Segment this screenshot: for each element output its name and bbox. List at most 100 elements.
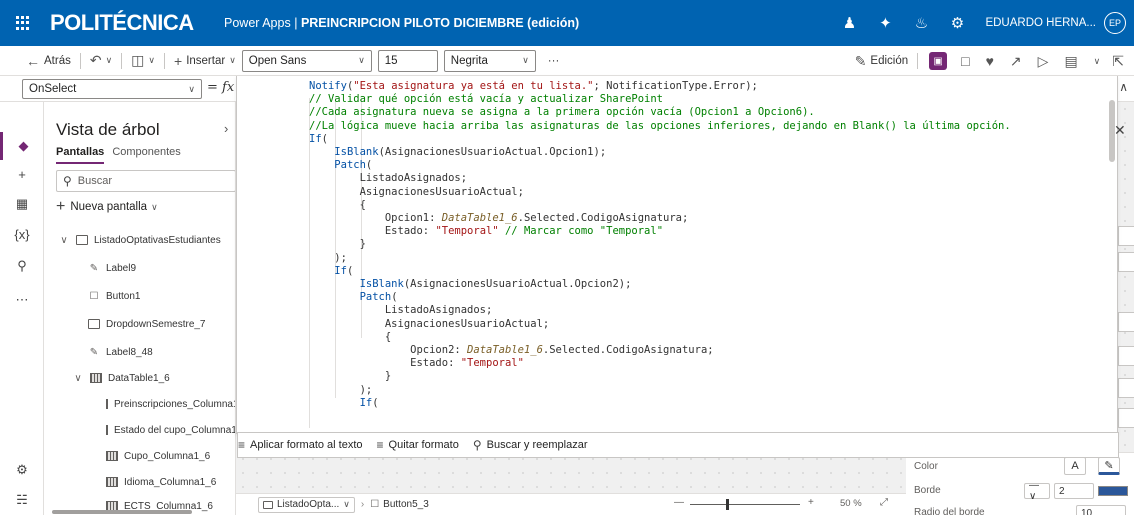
- border-width-input[interactable]: 2: [1054, 483, 1094, 499]
- virtual-agent-icon[interactable]: ☵: [0, 486, 44, 514]
- breadcrumb-control[interactable]: ☐ Button5_3: [370, 499, 429, 510]
- code-line[interactable]: If(: [309, 397, 1011, 410]
- zoom-out-button[interactable]: —: [674, 497, 684, 508]
- code-line[interactable]: {: [309, 199, 1011, 212]
- collapse-formula-icon[interactable]: ∧: [1119, 80, 1128, 94]
- format-text-button[interactable]: ≡ Aplicar formato al texto: [238, 438, 363, 452]
- code-line[interactable]: IsBlank(AsignacionesUsuarioActual.Opcion…: [309, 278, 1011, 291]
- code-line[interactable]: );: [309, 252, 1011, 265]
- code-line[interactable]: ListadoAsignados;: [309, 304, 1011, 317]
- code-line[interactable]: // Validar qué opción está vacía y actua…: [309, 93, 1011, 106]
- chevron-right-icon[interactable]: ›: [224, 121, 228, 136]
- breadcrumb-screen[interactable]: ListadoOpta... ∨: [258, 496, 355, 513]
- code-line[interactable]: Estado: "Temporal": [309, 357, 1011, 370]
- user-name[interactable]: EDUARDO HERNA...: [985, 17, 1096, 29]
- tab-components[interactable]: Componentes: [112, 146, 181, 164]
- tree-search-input[interactable]: ⚲ Buscar: [56, 170, 235, 192]
- notifications-icon[interactable]: ♨: [903, 0, 939, 46]
- new-screen-button[interactable]: + Nueva pantalla ∨: [56, 198, 158, 216]
- tree-item[interactable]: DropdownSemestre_7: [44, 314, 235, 334]
- more-icon[interactable]: ⋯: [0, 286, 44, 314]
- property-control[interactable]: [1118, 378, 1134, 398]
- comments-icon[interactable]: □: [955, 46, 979, 76]
- tree-item[interactable]: ∨ DataTable1_6: [44, 368, 235, 388]
- settings-icon[interactable]: ⚙: [0, 456, 44, 484]
- code-line[interactable]: );: [309, 384, 1011, 397]
- play-icon[interactable]: ▷: [1032, 46, 1059, 76]
- property-control[interactable]: [1118, 312, 1134, 332]
- tree-item[interactable]: Idioma_Columna1_6: [44, 472, 235, 492]
- code-line[interactable]: Opcion1: DataTable1_6.Selected.CodigoAsi…: [309, 212, 1011, 225]
- chevron-down-icon[interactable]: ∨: [1088, 46, 1107, 76]
- insert-button[interactable]: + Insertar ∨: [168, 46, 242, 76]
- back-button[interactable]: ← Atrás: [20, 46, 77, 76]
- formula-editor[interactable]: Notify("Esta asignatura ya está en tu li…: [236, 76, 1119, 458]
- fit-to-window-icon[interactable]: ⤢: [880, 497, 888, 508]
- property-control[interactable]: [1118, 346, 1134, 366]
- code-line[interactable]: //Cada asignatura nueva se asigna a la p…: [309, 106, 1011, 119]
- health-icon[interactable]: ♥: [980, 46, 1004, 76]
- tree-item[interactable]: ☐ Button1: [44, 286, 235, 306]
- data-icon[interactable]: ▦: [0, 190, 44, 218]
- code-line[interactable]: ListadoAsignados;: [309, 172, 1011, 185]
- code-line[interactable]: }: [309, 370, 1011, 383]
- property-select[interactable]: OnSelect ∨: [22, 79, 202, 99]
- property-control[interactable]: [1118, 226, 1134, 246]
- support-icon[interactable]: ✦: [867, 0, 903, 46]
- zoom-slider-thumb[interactable]: [726, 499, 729, 510]
- save-icon[interactable]: ▤: [1058, 46, 1087, 76]
- code-line[interactable]: Notify("Esta asignatura ya está en tu li…: [309, 80, 1011, 93]
- code-line[interactable]: IsBlank(AsignacionesUsuarioActual.Opcion…: [309, 146, 1011, 159]
- tree-scrollbar[interactable]: [52, 510, 192, 514]
- tree-view-icon[interactable]: ◆: [0, 132, 44, 160]
- tree-item[interactable]: Preinscripciones_Columna1: [44, 394, 235, 414]
- code-line[interactable]: Estado: "Temporal" // Marcar como "Tempo…: [309, 225, 1011, 238]
- share-icon[interactable]: ↗: [1004, 46, 1032, 76]
- zoom-in-button[interactable]: +: [808, 497, 814, 508]
- tree-item[interactable]: ✎ Label9: [44, 258, 235, 278]
- tree-item[interactable]: ✎ Label8_48: [44, 342, 235, 362]
- tree-item[interactable]: Cupo_Columna1_6: [44, 446, 235, 466]
- remove-format-button[interactable]: ≡ Quitar formato: [377, 438, 459, 452]
- search-icon[interactable]: ⚲: [0, 252, 44, 280]
- formula-code[interactable]: Notify("Esta asignatura ya está en tu li…: [309, 80, 1011, 410]
- code-line[interactable]: AsignacionesUsuarioActual;: [309, 186, 1011, 199]
- close-icon[interactable]: ✕: [1114, 122, 1126, 139]
- app-launcher-icon[interactable]: [0, 0, 46, 46]
- border-style-select[interactable]: — ∨: [1024, 480, 1050, 502]
- property-control[interactable]: [1118, 252, 1134, 272]
- code-line[interactable]: If(: [309, 265, 1011, 278]
- code-line[interactable]: Patch(: [309, 159, 1011, 172]
- tree-item[interactable]: Estado del cupo_Columna1: [44, 420, 235, 440]
- find-replace-button[interactable]: ⚲ Buscar y reemplazar: [473, 438, 588, 452]
- code-line[interactable]: If(: [309, 133, 1011, 146]
- property-control[interactable]: [1118, 408, 1134, 428]
- border-radius-input[interactable]: 10: [1076, 505, 1126, 515]
- paste-button[interactable]: ◫ ∨: [125, 46, 161, 76]
- undo-button[interactable]: ↶ ∨: [84, 46, 118, 76]
- font-family-select[interactable]: Open Sans ∨: [241, 49, 372, 72]
- edit-mode-button[interactable]: ✎ Edición: [849, 46, 914, 76]
- font-size-input[interactable]: 15: [377, 49, 438, 72]
- more-button[interactable]: ···: [542, 46, 566, 76]
- code-line[interactable]: }: [309, 238, 1011, 251]
- tree-item-screen[interactable]: ∨ ListadoOptativasEstudiantes: [44, 230, 235, 250]
- code-line[interactable]: AsignacionesUsuarioActual;: [309, 318, 1011, 331]
- fill-color-icon[interactable]: ✎: [1098, 457, 1120, 475]
- publish-icon[interactable]: ⇱: [1106, 46, 1134, 76]
- font-color-button[interactable]: A: [1064, 457, 1086, 475]
- people-icon[interactable]: ♟: [831, 0, 867, 46]
- code-line[interactable]: Patch(: [309, 291, 1011, 304]
- avatar[interactable]: EP: [1104, 12, 1126, 34]
- app-checker-icon[interactable]: ▣: [929, 52, 948, 70]
- code-line[interactable]: Opcion2: DataTable1_6.Selected.CodigoAsi…: [309, 344, 1011, 357]
- code-line[interactable]: {: [309, 331, 1011, 344]
- code-line[interactable]: //La lógica mueve hacia arriba las asign…: [309, 120, 1011, 133]
- zoom-slider[interactable]: [690, 504, 800, 505]
- border-color-swatch[interactable]: [1098, 486, 1128, 496]
- variables-icon[interactable]: {x}: [0, 220, 44, 248]
- font-weight-select[interactable]: Negrita ∨: [443, 49, 536, 72]
- settings-icon[interactable]: ⚙: [939, 0, 975, 46]
- insert-icon[interactable]: +: [0, 160, 44, 188]
- tab-screens[interactable]: Pantallas: [56, 146, 105, 164]
